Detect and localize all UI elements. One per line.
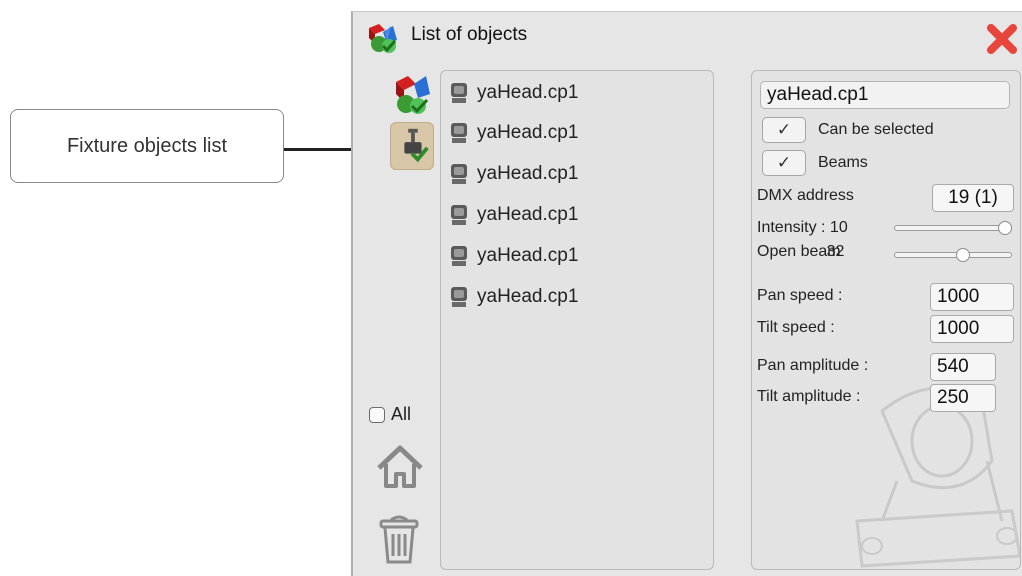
callout-box: Fixture objects list [10,109,284,183]
pan-amplitude-field[interactable] [930,353,996,381]
intensity-slider[interactable] [894,221,1012,235]
pan-amplitude-label: Pan amplitude : [757,357,869,374]
pan-speed-label: Pan speed : [757,287,843,304]
objects-window: List of objects All yaHead.cp1 yaHead.cp… [351,11,1022,576]
list-item-label: yaHead.cp1 [477,163,579,184]
all-checkbox-label: All [391,404,412,424]
objects-cube-icon [396,76,430,114]
list-item[interactable]: yaHead.cp1 [449,242,578,270]
dmx-address-field[interactable] [932,184,1014,212]
moving-head-icon [451,83,467,103]
fixtures-view-button[interactable] [390,122,434,170]
fixture-objects-list[interactable]: yaHead.cp1 yaHead.cp1 yaHead.cp1 yaHead.… [440,70,714,570]
callout-text: Fixture objects list [66,134,228,157]
window-title: List of objects [411,24,528,45]
moving-head-icon [451,246,467,266]
tilt-amplitude-field[interactable] [930,384,996,412]
objects-view-button[interactable] [390,70,434,118]
moving-head-icon [451,205,467,225]
object-name-field[interactable] [760,81,1010,109]
tilt-speed-field[interactable] [930,315,1014,343]
moving-head-icon [451,164,467,184]
can-be-selected-checkbox[interactable]: ✓ Can be selected [762,117,934,143]
title-bar: List of objects [353,12,1022,62]
list-item[interactable]: yaHead.cp1 [449,160,578,188]
all-checkbox-box[interactable] [369,406,385,423]
list-item-label: yaHead.cp1 [477,286,579,307]
list-item[interactable]: yaHead.cp1 [449,79,578,107]
list-item[interactable]: yaHead.cp1 [449,119,578,147]
checkmark-icon[interactable]: ✓ [762,117,806,143]
pan-speed-field[interactable] [930,283,1014,311]
home-icon[interactable] [375,442,425,492]
slider-track [894,225,1012,231]
select-all-checkbox[interactable]: All [369,404,411,425]
list-item-label: yaHead.cp1 [477,245,579,266]
moving-head-icon [451,287,467,307]
list-item-label: yaHead.cp1 [477,204,579,225]
can-be-selected-label: Can be selected [818,121,934,138]
fixture-check-icon [404,128,429,163]
slider-knob[interactable] [956,248,970,262]
close-x-icon[interactable] [985,22,1019,56]
dmx-address-label: DMX address [757,187,854,204]
moving-head-icon [451,123,467,143]
list-item[interactable]: yaHead.cp1 [449,283,578,311]
list-item-label: yaHead.cp1 [477,122,579,143]
open-beam-value: 32 [826,243,845,260]
intensity-label: Intensity : 10 [757,219,848,236]
list-item-label: yaHead.cp1 [477,82,579,103]
tilt-speed-label: Tilt speed : [757,319,835,336]
list-item[interactable]: yaHead.cp1 [449,201,578,229]
trash-icon[interactable] [377,512,421,566]
properties-panel: ✓ Can be selected ✓ Beams DMX address In… [751,70,1021,570]
slider-knob[interactable] [998,221,1012,235]
tilt-amplitude-label: Tilt amplitude : [757,388,861,405]
beams-checkbox[interactable]: ✓ Beams [762,150,868,176]
objects-cube-icon [369,24,397,53]
beams-label: Beams [818,154,868,171]
slider-track [894,252,1012,258]
open-beam-slider[interactable] [894,248,1012,262]
checkmark-icon[interactable]: ✓ [762,150,806,176]
open-beam-label: Open beam32 [757,243,844,261]
